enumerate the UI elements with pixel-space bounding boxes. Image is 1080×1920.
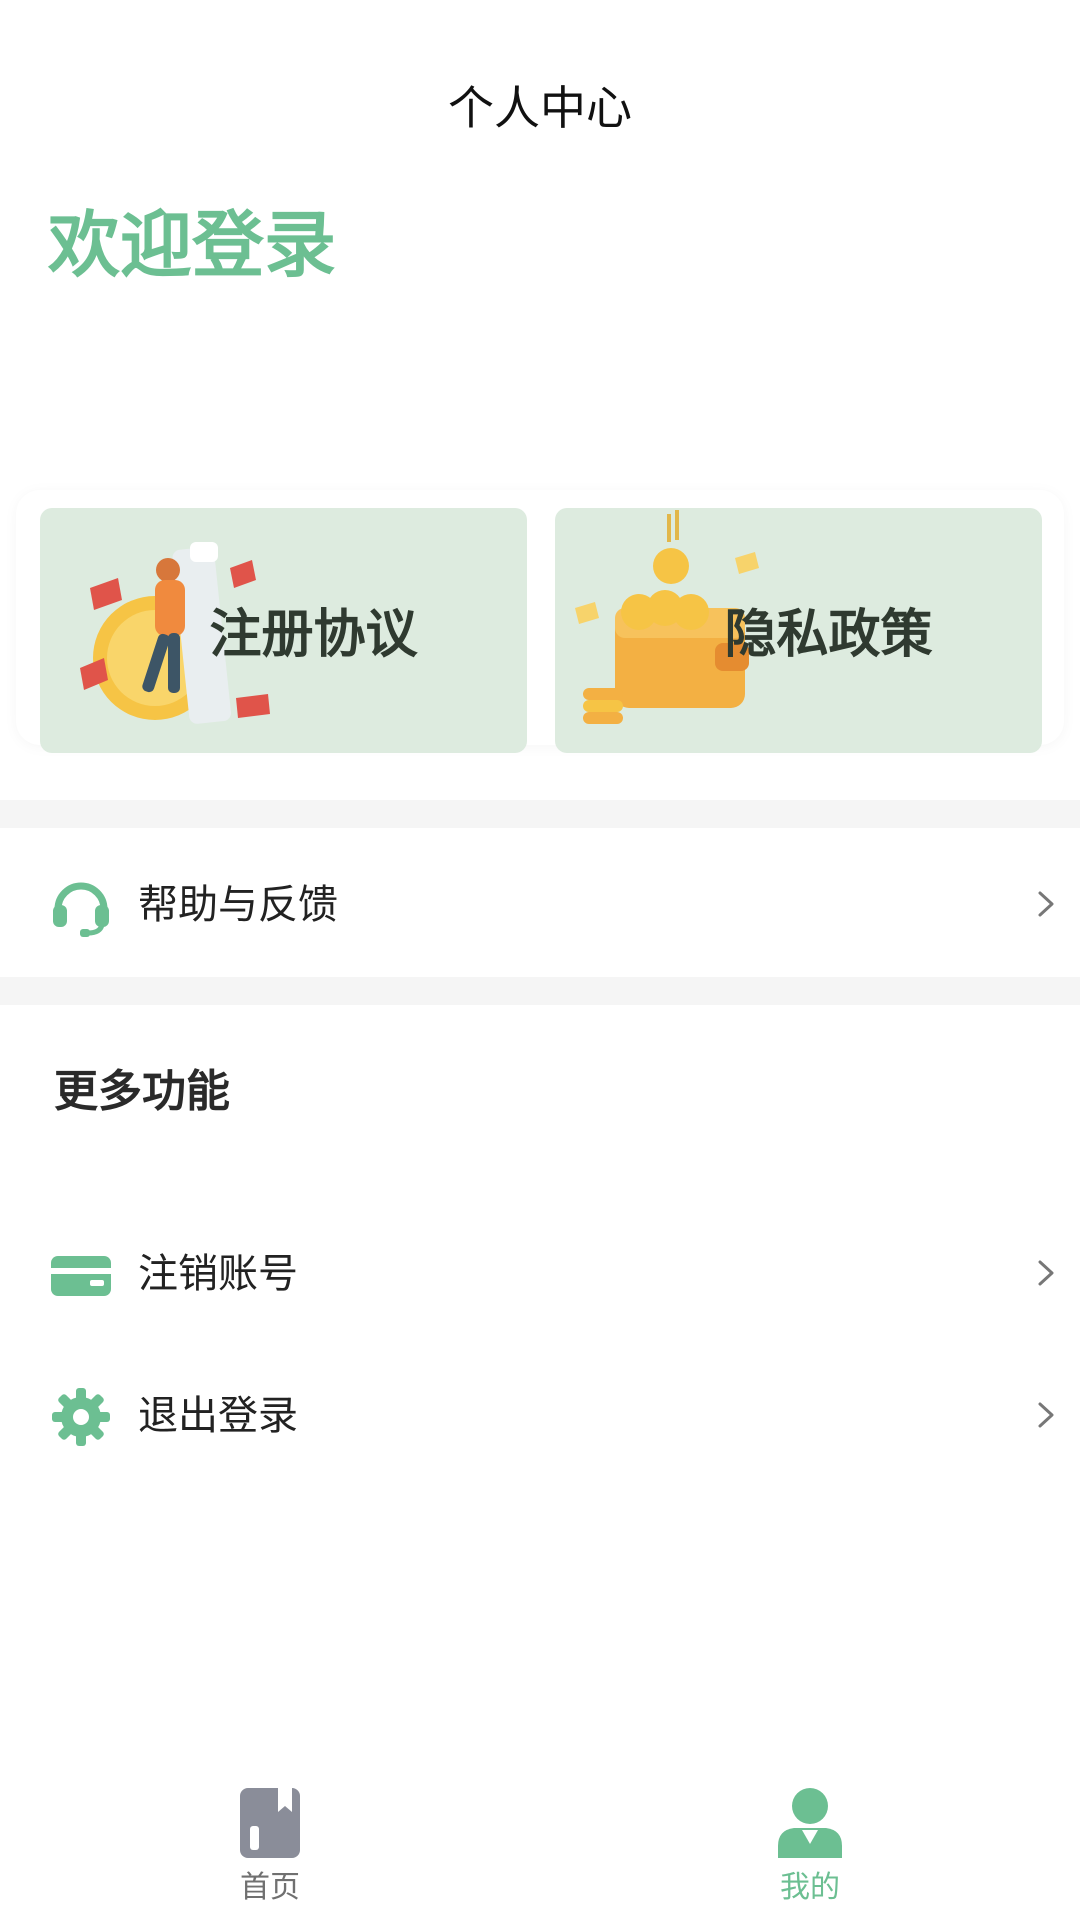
page-title: 个人中心 [448, 81, 632, 135]
bottom-tab-bar: 首页 我的 [0, 1770, 1080, 1920]
tab-home[interactable]: 首页 [0, 1770, 540, 1920]
tab-mine-label: 我的 [780, 1870, 840, 1905]
section-divider [0, 800, 1080, 828]
chevron-right-icon [1038, 891, 1054, 917]
register-agreement-card[interactable]: 注册协议 [40, 508, 527, 753]
headset-icon [53, 882, 109, 937]
privacy-policy-card[interactable]: 隐私政策 [555, 508, 1042, 753]
help-feedback-label: 帮助与反馈 [138, 882, 338, 928]
section-divider [0, 977, 1080, 1005]
logout-row[interactable]: 退出登录 [0, 1356, 1080, 1476]
card-icon [51, 1256, 111, 1296]
register-agreement-label: 注册协议 [209, 605, 418, 665]
chevron-right-icon [1038, 1402, 1054, 1428]
gear-icon [52, 1388, 110, 1446]
bookmark-book-icon [240, 1788, 300, 1858]
more-features-title: 更多功能 [54, 1066, 230, 1117]
help-feedback-row[interactable]: 帮助与反馈 [0, 845, 1080, 965]
tab-home-label: 首页 [240, 1870, 300, 1905]
agreement-cards-container: 注册协议 隐私政策 [16, 490, 1064, 753]
cancel-account-row[interactable]: 注销账号 [0, 1214, 1080, 1334]
logout-label: 退出登录 [138, 1393, 298, 1439]
user-icon [778, 1788, 842, 1858]
cancel-account-label: 注销账号 [138, 1251, 298, 1297]
chevron-right-icon [1038, 1260, 1054, 1286]
welcome-login-link[interactable]: 欢迎登录 [48, 200, 336, 290]
privacy-policy-label: 隐私政策 [724, 605, 933, 665]
tab-mine[interactable]: 我的 [540, 1770, 1080, 1920]
